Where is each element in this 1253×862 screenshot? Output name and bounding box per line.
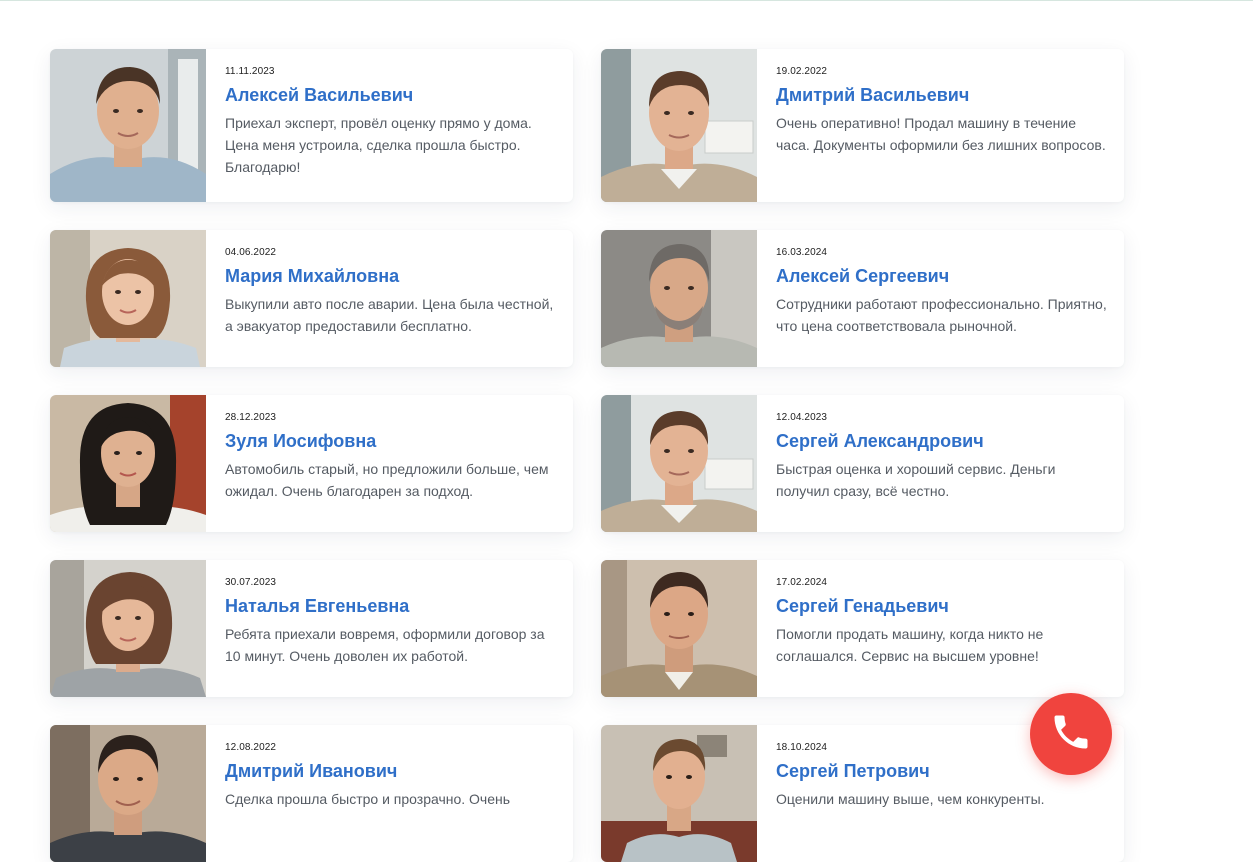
top-divider	[0, 0, 1253, 1]
reviewer-name: Дмитрий Иванович	[225, 761, 398, 781]
review-date: 11.11.2023	[225, 66, 275, 77]
review-card: 04.06.2022 Мария Михайловна Выкупили авт…	[50, 230, 573, 367]
review-card: 28.12.2023 Зуля Иосифовна Автомобиль ста…	[50, 395, 573, 532]
review-card: 19.02.2022 Дмитрий Васильевич Очень опер…	[601, 49, 1124, 202]
reviewer-photo	[601, 725, 757, 862]
review-text: Ребята приехали вовремя, оформили догово…	[225, 626, 545, 664]
reviewer-name: Алексей Сергеевич	[776, 266, 950, 286]
review-text: Выкупили авто после аварии. Цена была че…	[225, 296, 554, 334]
review-date: 04.06.2022	[225, 247, 277, 258]
review-date: 12.04.2023	[776, 412, 828, 423]
reviewer-name: Мария Михайловна	[225, 266, 400, 286]
reviewer-name: Сергей Генадьевич	[776, 596, 949, 616]
review-text: Автомобиль старый, но предложили больше,…	[225, 461, 549, 499]
review-date: 16.03.2024	[776, 247, 828, 258]
reviewer-photo	[50, 725, 206, 862]
review-text: Быстрая оценка и хороший сервис. Деньги …	[776, 461, 1056, 499]
reviewer-name: Алексей Васильевич	[225, 85, 414, 105]
review-text: Сотрудники работают профессионально. При…	[776, 296, 1107, 334]
review-card: 12.08.2022 Дмитрий Иванович Сделка прошл…	[50, 725, 573, 862]
reviewer-photo	[50, 230, 206, 367]
review-text: Приехал эксперт, провёл оценку прямо у д…	[225, 115, 532, 175]
call-button[interactable]	[1030, 693, 1112, 775]
review-date: 19.02.2022	[776, 66, 828, 77]
reviewer-photo	[601, 230, 757, 367]
review-card: 17.02.2024 Сергей Генадьевич Помогли про…	[601, 560, 1124, 697]
review-date: 28.12.2023	[225, 412, 277, 423]
review-date: 12.08.2022	[225, 742, 277, 753]
reviewer-photo	[50, 560, 206, 697]
review-text: Сделка прошла быстро и прозрачно. Очень	[225, 791, 511, 807]
reviewer-photo	[50, 49, 206, 202]
review-text: Помогли продать машину, когда никто не с…	[776, 626, 1044, 664]
review-card: 11.11.2023 Алексей Васильевич Приехал эк…	[50, 49, 573, 202]
reviewer-photo	[601, 560, 757, 697]
phone-icon	[1049, 710, 1093, 759]
reviewer-name: Зуля Иосифовна	[225, 431, 377, 451]
reviewer-photo	[50, 395, 206, 532]
review-text: Очень оперативно! Продал машину в течени…	[776, 115, 1106, 153]
review-text: Оценили машину выше, чем конкуренты.	[776, 791, 1045, 807]
reviewer-photo	[601, 49, 757, 202]
review-date: 17.02.2024	[776, 577, 828, 588]
reviewer-photo	[601, 395, 757, 532]
reviewer-name: Наталья Евгеньевна	[225, 596, 410, 616]
reviewer-name: Дмитрий Васильевич	[776, 85, 970, 105]
review-date: 30.07.2023	[225, 577, 277, 588]
review-card: 30.07.2023 Наталья Евгеньевна Ребята при…	[50, 560, 573, 697]
review-card: 16.03.2024 Алексей Сергеевич Сотрудники …	[601, 230, 1124, 367]
review-card: 12.04.2023 Сергей Александрович Быстрая …	[601, 395, 1124, 532]
reviewer-name: Сергей Александрович	[776, 431, 984, 451]
